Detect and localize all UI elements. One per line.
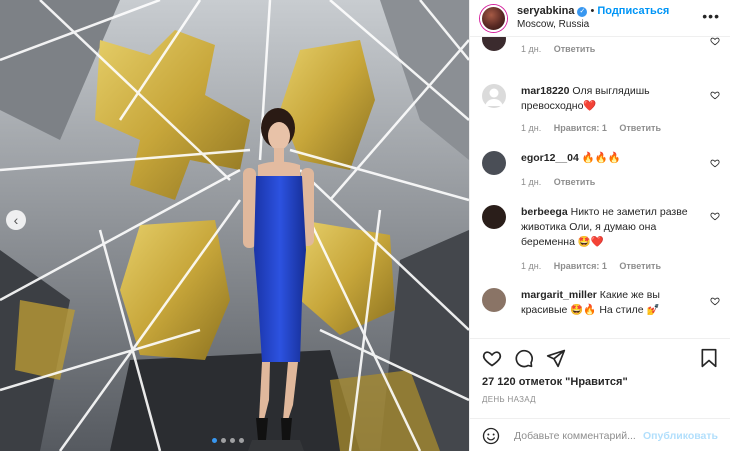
post-location[interactable]: Moscow, Russia — [517, 18, 669, 31]
comment-likes[interactable]: Нравится: 1 — [554, 261, 607, 271]
chevron-left-icon: ‹ — [13, 212, 19, 228]
reply-button[interactable]: Ответить — [554, 177, 596, 187]
comment-username[interactable]: mar18220 — [521, 85, 569, 97]
comment-meta: 1 дн. Ответить — [521, 177, 605, 187]
comment-time: 1 дн. — [521, 44, 542, 54]
comment-time: 1 дн. — [521, 177, 542, 187]
carousel-dot — [212, 438, 217, 443]
comment-body: mar18220 Оля выглядишь превосходно❤️ — [521, 84, 698, 114]
comment-item: 1 дн. Ответить — [482, 37, 720, 67]
more-options-icon[interactable]: ••• — [702, 8, 720, 24]
comment-meta: 1 дн. Нравится: 1 Ответить — [521, 261, 671, 271]
comment-avatar[interactable] — [482, 205, 506, 229]
post-header: seryabkina ✓ • Подписаться Moscow, Russi… — [470, 0, 730, 37]
comment-body: egor12__04 🔥🔥🔥 — [521, 151, 698, 166]
comment-item: berbeega Никто не заметил разве животика… — [482, 205, 720, 277]
share-paper-plane-icon[interactable] — [546, 348, 566, 368]
comment-item: egor12__04 🔥🔥🔥 1 дн. Ответить — [482, 151, 720, 191]
like-comment-heart-icon[interactable] — [710, 37, 720, 46]
author-avatar[interactable] — [480, 4, 507, 32]
header-separator: • — [590, 5, 595, 17]
publish-button[interactable]: Опубликовать — [643, 430, 718, 442]
action-icons — [482, 348, 566, 368]
add-comment-row: Опубликовать — [470, 418, 730, 451]
comment-input[interactable] — [514, 429, 644, 442]
comment-username[interactable]: egor12__04 — [521, 152, 579, 164]
comment-likes[interactable]: Нравится: 1 — [554, 123, 607, 133]
comment-username[interactable]: margarit_miller — [521, 289, 597, 301]
carousel-dot — [230, 438, 235, 443]
post-side-panel: seryabkina ✓ • Подписаться Moscow, Russi… — [469, 0, 730, 451]
likes-count[interactable]: 27 120 отметок "Нравится" — [482, 376, 628, 388]
comment-body: berbeega Никто не заметил разве животика… — [521, 205, 698, 250]
photo-scene — [0, 0, 469, 451]
like-comment-heart-icon[interactable] — [710, 158, 720, 168]
comments-list[interactable]: 1 дн. Ответить mar18220 Оля выглядишь пр… — [470, 37, 730, 338]
like-heart-icon[interactable] — [482, 348, 502, 368]
comment-bubble-icon[interactable] — [514, 348, 534, 368]
comment-meta: 1 дн. Ответить — [521, 44, 605, 54]
comment-time: 1 дн. — [521, 123, 542, 133]
default-user-icon — [485, 88, 503, 106]
comment-item: mar18220 Оля выглядишь превосходно❤️ 1 д… — [482, 84, 720, 139]
reply-button[interactable]: Ответить — [619, 123, 661, 133]
carousel-dot — [221, 438, 226, 443]
carousel-dots — [212, 438, 244, 443]
comment-username[interactable]: berbeega — [521, 206, 568, 218]
comment-avatar[interactable] — [482, 37, 506, 51]
carousel-dot — [239, 438, 244, 443]
like-comment-heart-icon[interactable] — [710, 296, 720, 306]
comment-body: margarit_miller Какие же вы красивые 🤩🔥 … — [521, 288, 698, 318]
post-photo[interactable]: ‹ — [0, 0, 469, 451]
like-comment-heart-icon[interactable] — [710, 211, 720, 221]
emoji-icon[interactable] — [482, 427, 500, 445]
comment-avatar[interactable] — [482, 84, 506, 108]
comment-avatar[interactable] — [482, 151, 506, 175]
comment-avatar[interactable] — [482, 288, 506, 312]
verified-badge-icon: ✓ — [577, 6, 588, 17]
post-date[interactable]: ДЕНЬ НАЗАД — [482, 395, 536, 404]
like-comment-heart-icon[interactable] — [710, 90, 720, 100]
comment-meta: 1 дн. Нравится: 1 Ответить — [521, 123, 671, 133]
comment-time: 1 дн. — [521, 261, 542, 271]
comment-item: margarit_miller Какие же вы красивые 🤩🔥 … — [482, 288, 720, 338]
author-username[interactable]: seryabkina — [517, 5, 574, 18]
reply-button[interactable]: Ответить — [619, 261, 661, 271]
save-button[interactable] — [700, 348, 718, 368]
follow-button[interactable]: Подписаться — [597, 5, 669, 18]
post-actions: 27 120 отметок "Нравится" ДЕНЬ НАЗАД Опу… — [470, 338, 730, 451]
reply-button[interactable]: Ответить — [554, 44, 596, 54]
comment-text: 🔥🔥🔥 — [581, 152, 621, 164]
bookmark-icon — [701, 348, 717, 368]
previous-photo-button[interactable]: ‹ — [6, 210, 26, 230]
